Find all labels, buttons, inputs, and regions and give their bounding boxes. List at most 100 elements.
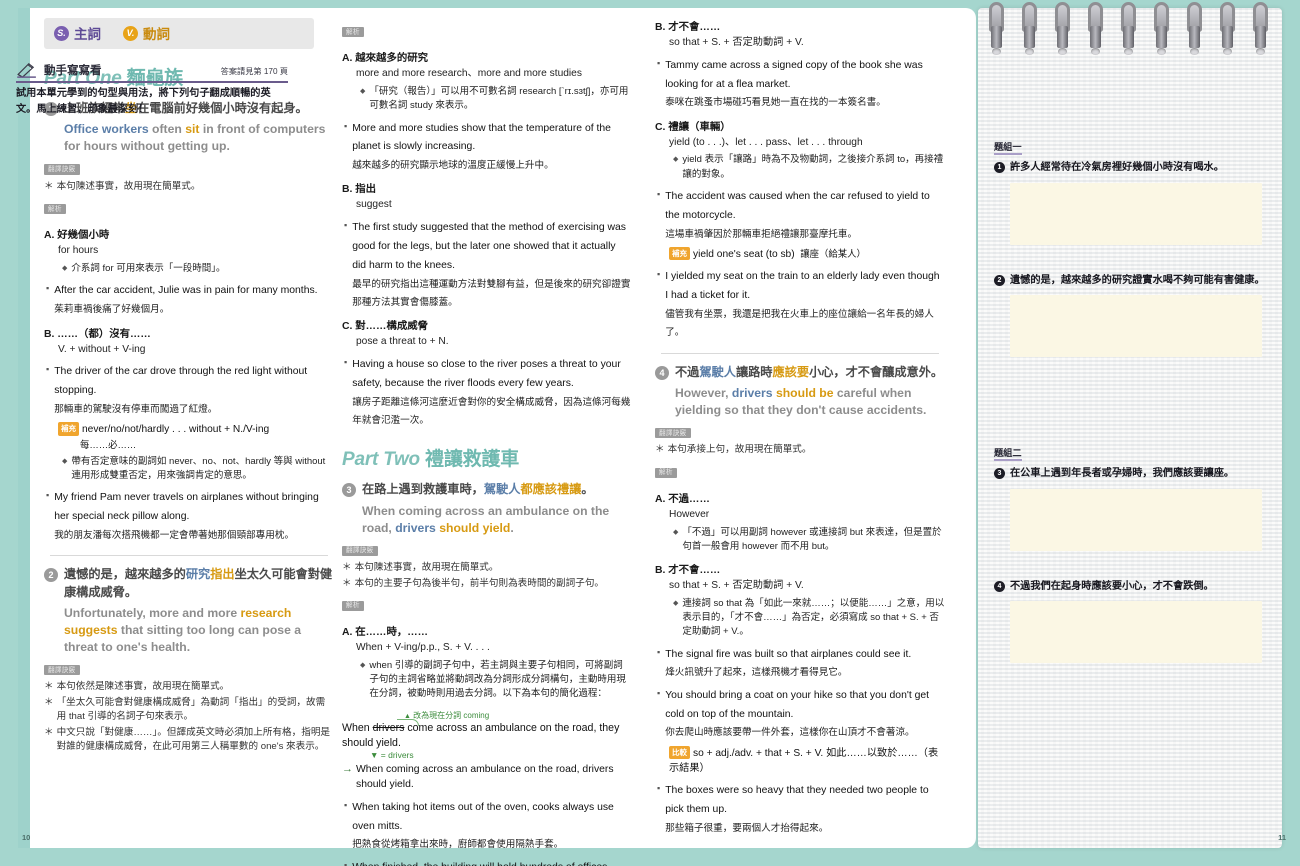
col3-item-a-note: ◆ 「不過」可以用副詞 however 或連接詞 but 來表達，但是置於句首一般… <box>673 526 945 555</box>
col3-item-b-title: B. 才不會…… <box>655 22 721 33</box>
subject-verb-legend: S. 主詞 V. 動詞 <box>44 18 314 49</box>
legend-verb: V. 動詞 <box>123 23 170 43</box>
note-line-2c: ＊中文只說「對健康……」。但譯成英文時必須加上所有格，指明是對誰的健康構成威脅，… <box>44 726 334 755</box>
derivation-original: When drivers come across an ambulance on… <box>342 721 632 751</box>
col3-item-b2-note-text: 連接詞 so that 為「如此一來就……；以便能……」之意，用以表示目的，「才… <box>682 597 945 638</box>
practice-question-3: 3 在公車上遇到年長者或孕婦時，我們應該要讓座。 <box>994 466 1266 482</box>
q1-en-verb: sit <box>185 122 200 137</box>
col3-supplement-en: yield one's seat (to sb) <box>693 248 795 260</box>
answer-input-area-1[interactable] <box>1010 182 1262 245</box>
item-b-example: ▪ The driver of the car drove through th… <box>46 364 308 415</box>
col3-item-c-example-2-cn: 儘管我有坐票，我還是把我在火車上的座位讓給一名年長的婦人了。 <box>665 308 934 339</box>
col3-supplement-cn: 讓座（給某人） <box>800 247 866 259</box>
answer-input-area-3[interactable] <box>1010 488 1262 551</box>
tag-analysis-col3: 解析 <box>655 467 677 478</box>
col2-item-a2-formula: When + V-ing/p.p., S. + V. . . . <box>356 642 490 654</box>
col2-note-b: ＊本句的主要子句為後半句，前半句則為表時間的副詞子句。 <box>342 577 632 591</box>
spiral-binding <box>982 2 1282 60</box>
col3-example-2-en: You should bring a coat on your hike so … <box>665 689 930 720</box>
group-two-label: 題組二 <box>994 445 1022 461</box>
col2-item-c-example: ▪ Having a house so close to the river p… <box>344 357 631 427</box>
practice-question-4: 4 不過我們在起身時應該要小心，才不會跌倒。 <box>994 579 1266 595</box>
question-3: 3 在路上遇到救護車時，駕駛人都應該禮讓。 <box>342 481 632 498</box>
q4-cn-part-b: 小心，才不會釀成意外。 <box>809 364 944 379</box>
col2-example-1-en: When taking hot items out of the oven, c… <box>352 801 614 832</box>
verb-label: 動詞 <box>143 27 170 42</box>
col2-item-a-note-text: 「研究（報告）」可以用不可數名詞 research [ˋrɪ.sɜtʃ]，亦可用… <box>369 86 629 112</box>
q3-cn-highlight-1: 駕駛人 <box>483 482 521 497</box>
question-4: 4 不過駕駛人讓路時應該要小心，才不會釀成意外。 <box>655 364 945 381</box>
note-text: 本句陳述事實，故用現在簡單式。 <box>56 180 201 192</box>
practice-group-two: 題組二 3 在公車上遇到年長者或孕婦時，我們應該要讓座。 4 不過我們在起身時應… <box>994 443 1266 663</box>
col2-item-c-example-cn: 讓房子距離這條河這麼近會對你的安全構成威脅，因為這條河每幾年就會氾濫一次。 <box>352 396 631 427</box>
col2-item-a2-note-text: when 引導的副詞子句中，若主詞與主要子句相同，可將副詞子句的主詞省略並將動詞… <box>369 659 626 700</box>
book-spread: 10 S. 主詞 V. 動詞 Part One 麵龜族 1 上班族經常坐在電腦前… <box>0 0 1300 866</box>
practice-header: 動手寫寫看 答案請見第 170 頁 <box>16 62 288 83</box>
col2-item-a-example: ▪ More and more studies show that the te… <box>344 120 611 172</box>
col3-divider <box>661 352 939 354</box>
practice-question-2: 2 遺憾的是，越來越多的研究證實水喝不夠可能有害健康。 <box>994 273 1266 289</box>
comparison-tag: 比較 <box>669 745 690 760</box>
part-two-title: Part Two 禮讓救護車 <box>342 444 632 471</box>
pencil-writing-icon <box>17 63 36 78</box>
item-b-example-en: The driver of the car drove through the … <box>54 366 308 397</box>
practice-question-3-text: 在公車上遇到年長者或孕婦時，我們應該要讓座。 <box>1010 468 1235 479</box>
derivation-diagram: ▲ 改為現在分詞 coming When drivers come across… <box>342 710 632 761</box>
item-b-example-2: ▪ My friend Pam never travels on airplan… <box>46 490 319 541</box>
q3-en-highlight-1: drivers <box>395 520 436 535</box>
col2-example-2: ▪ When finished, the building will hold … <box>344 857 632 866</box>
derivation-result-text: When coming across an ambulance on the r… <box>356 764 614 791</box>
column-three: B. 才不會…… so that + S. + 否定助動詞 + V. ▪ Tam… <box>655 18 945 834</box>
subject-badge-icon: S. <box>54 25 69 41</box>
col2-note-a: ＊本句陳述事實，故用現在簡單式。 <box>342 561 632 575</box>
col2-item-a-example-en: More and more studies show that the temp… <box>352 122 611 153</box>
page-number-right: 11 <box>1278 833 1286 842</box>
col2-note-a-text: 本句陳述事實，故用現在簡單式。 <box>354 562 499 574</box>
item-b-example-2-cn: 我的朋友潘每次搭飛機都一定會帶著她那個頸部專用枕。 <box>54 529 295 541</box>
practice-question-1-text: 許多人經常待在冷氣房裡好幾個小時沒有喝水。 <box>1010 162 1224 173</box>
item-a-example: ▪ After the car accident, Julie was in p… <box>46 283 318 316</box>
tag-analysis-col2-b: 解析 <box>342 600 364 612</box>
col2-item-a-formula: more and more research、more and more stu… <box>356 68 582 80</box>
col3-example-1: ▪ The signal fire was built so that airp… <box>657 646 912 679</box>
q4-cn-part-a: 不過 <box>675 364 700 379</box>
col2-item-c-example-en: Having a house so close to the river pos… <box>352 359 621 389</box>
col2-item-c-formula: pose a threat to + N. <box>356 336 449 348</box>
col2-item-a-note: ◆ 「研究（報告）」可以用不可數名詞 research [ˋrɪ.sɜtʃ]，亦可… <box>360 85 632 114</box>
q1-en-part-b: often <box>148 122 186 137</box>
item-b-title: B. ……（都）沒有…… <box>44 328 151 340</box>
practice-instructions: 試用本單元學到的句型與用法，將下列句子翻成順暢的英文。馬上練習，印象最深刻！ <box>16 88 271 116</box>
tag-translation-tip-col2: 翻譯訣竅 <box>342 545 378 557</box>
col3-item-b2-note: ◆ 連接詞 so that 為「如此一來就……；以便能……」之意，用以表示目的，「… <box>673 597 945 640</box>
question-2-chinese: 遺憾的是，越來越多的研究指出坐太久可能會對健康構成威脅。 <box>64 566 334 601</box>
q4-en-highlight-1: drivers <box>731 385 773 400</box>
col2-item-a-example-cn: 越來越多的研究顯示地球的溫度正緩慢上升中。 <box>352 160 554 172</box>
question-2-number: 2 <box>44 568 58 583</box>
practice-header-left: 動手寫寫看 <box>16 62 102 78</box>
q3-cn-highlight-2: 都應該禮讓 <box>520 482 582 497</box>
answer-input-area-4[interactable] <box>1010 601 1262 663</box>
q3-cn-part-a: 在路上遇到救護車時， <box>362 482 484 497</box>
item-a-example-cn: 茱莉車禍後痛了好幾個月。 <box>54 304 170 316</box>
col2-item-b-example-en: The first study suggested that the metho… <box>352 222 626 271</box>
part-two-title-cn: 禮讓救護車 <box>419 449 520 471</box>
section-divider <box>50 555 328 557</box>
supplement-tag: 補充 <box>58 422 79 436</box>
col3-item-a-title: A. 不過…… <box>655 493 710 505</box>
col3-item-b2-formula: so that + S. + 否定助動詞 + V. <box>669 580 804 592</box>
q4-cn-middle: 讓路時 <box>735 364 773 379</box>
q4-cn-highlight-1: 駕駛人 <box>699 364 736 379</box>
left-page-columns: S. 主詞 V. 動詞 Part One 麵龜族 1 上班族經常坐在電腦前好幾個… <box>30 18 946 866</box>
col3-item-b2-title: B. 才不會…… <box>655 565 721 577</box>
answer-input-area-2[interactable] <box>1010 295 1262 357</box>
item-a-title: A. 好幾個小時 <box>44 230 110 242</box>
col2-example-2-en: When finished, the building will hold hu… <box>352 862 610 866</box>
supplement-tag-col3: 補充 <box>669 246 690 261</box>
question-3-chinese: 在路上遇到救護車時，駕駛人都應該禮讓。 <box>362 481 594 498</box>
col3-item-b-example-cn: 泰咪在跳蚤市場碰巧看見她一直在找的一本簽名書。 <box>665 97 886 109</box>
question-4-english: However, drivers should be careful when … <box>675 385 945 419</box>
column-two: 解析 A. 越來越多的研究 more and more research、mor… <box>342 18 632 866</box>
item-b-supplement-en: never/no/not/hardly . . . without + N./V… <box>82 424 270 436</box>
note-line-2b: ＊「坐太久可能會對健康構成威脅」為動詞「指出」的受詞，故需用 that 引導的名… <box>44 696 334 725</box>
note-text-2b: 「坐太久可能會對健康構成威脅」為動詞「指出」的受詞，故需用 that 引導的名詞… <box>56 696 326 723</box>
